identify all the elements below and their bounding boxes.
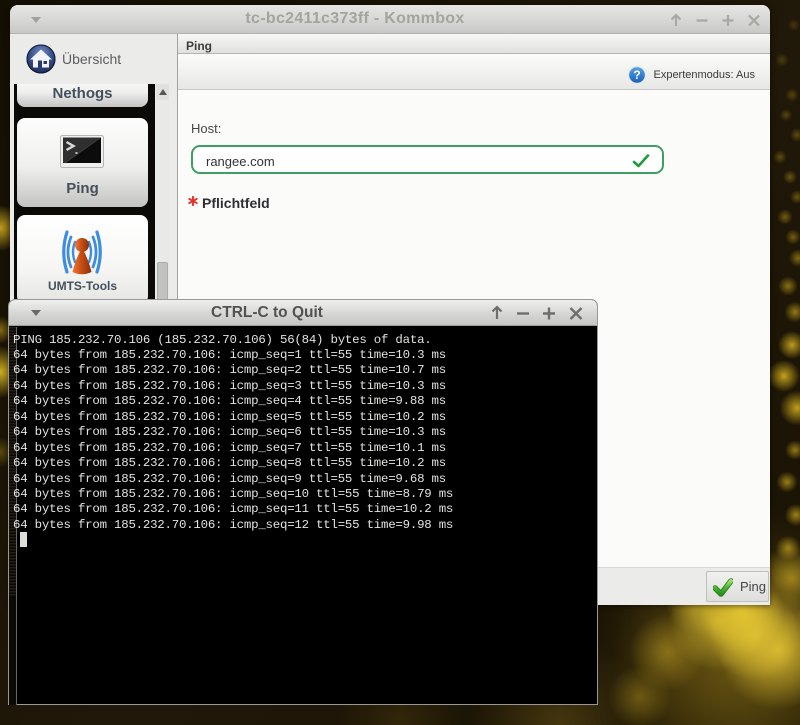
svg-text:?: ? — [633, 68, 640, 82]
